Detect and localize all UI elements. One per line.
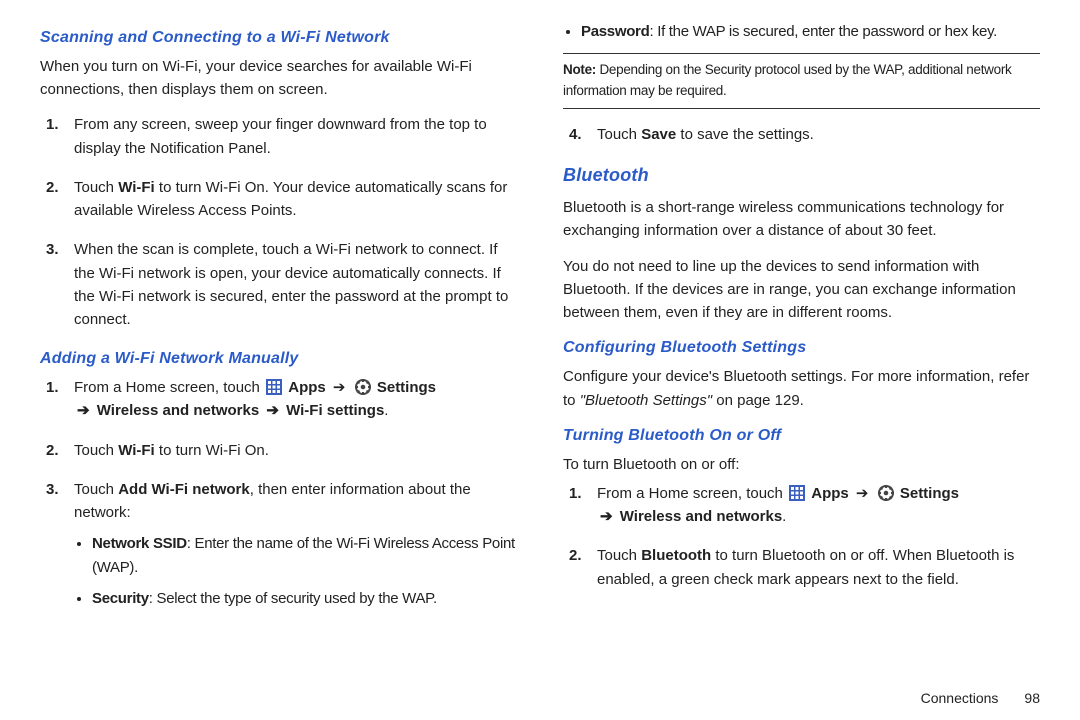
- wireless-networks-label: Wireless and networks: [97, 402, 259, 419]
- wifi-label: Wi-Fi: [118, 179, 155, 196]
- footer-page-number: 98: [1024, 690, 1040, 706]
- text: Touch: [597, 126, 641, 143]
- heading-add-manual: Adding a Wi-Fi Network Manually: [40, 347, 517, 372]
- settings-label: Settings: [900, 485, 959, 502]
- page-footer: Connections 98: [921, 688, 1040, 710]
- text: on page 129.: [716, 392, 804, 409]
- text: : Select the type of security used by th…: [149, 590, 437, 607]
- add-steps: From a Home screen, touch Apps ➔ Setting…: [40, 376, 517, 610]
- bullet-security: Security: Select the type of security us…: [92, 587, 517, 610]
- bluetooth-p2: You do not need to line up the devices t…: [563, 255, 1040, 325]
- footer-section: Connections: [921, 690, 999, 706]
- settings-icon: [355, 379, 371, 395]
- scan-step-1: From any screen, sweep your finger downw…: [40, 113, 517, 160]
- text: Touch: [74, 179, 118, 196]
- settings-icon: [878, 485, 894, 501]
- label: Security: [92, 590, 149, 607]
- heading-bt-on-off: Turning Bluetooth On or Off: [563, 424, 1040, 449]
- scan-step-2: Touch Wi-Fi to turn Wi-Fi On. Your devic…: [40, 176, 517, 223]
- text: Touch: [597, 547, 641, 564]
- label: Network SSID: [92, 535, 187, 552]
- note-block: Note: Depending on the Security protocol…: [563, 53, 1040, 109]
- arrow-icon: ➔: [77, 402, 90, 419]
- wireless-networks-label: Wireless and networks: [620, 508, 782, 525]
- settings-label: Settings: [377, 379, 436, 396]
- arrow-icon: ➔: [333, 379, 346, 396]
- scan-intro: When you turn on Wi-Fi, your device sear…: [40, 55, 517, 102]
- bullet-password: Password: If the WAP is secured, enter t…: [581, 20, 1040, 43]
- note-label: Note:: [563, 62, 596, 77]
- heading-bluetooth: Bluetooth: [563, 162, 1040, 190]
- crossref: "Bluetooth Settings": [580, 392, 717, 409]
- save-label: Save: [641, 126, 676, 143]
- bullet-ssid: Network SSID: Enter the name of the Wi-F…: [92, 532, 517, 579]
- text: Touch: [74, 481, 118, 498]
- text: to turn Wi-Fi On.: [155, 442, 269, 459]
- step-4-save: Touch Save to save the settings.: [563, 123, 1040, 146]
- right-column: Password: If the WAP is secured, enter t…: [563, 20, 1040, 692]
- configuring-text: Configure your device's Bluetooth settin…: [563, 365, 1040, 412]
- arrow-icon: ➔: [856, 485, 869, 502]
- apps-icon: [789, 485, 805, 501]
- add-wifi-label: Add Wi-Fi network: [118, 481, 250, 498]
- add-step-3-bullets: Network SSID: Enter the name of the Wi-F…: [74, 532, 517, 610]
- text: Touch: [74, 442, 118, 459]
- add-step-3: Touch Add Wi-Fi network, then enter info…: [40, 478, 517, 610]
- wifi-settings-label: Wi-Fi settings: [286, 402, 384, 419]
- scan-step-3: When the scan is complete, touch a Wi-Fi…: [40, 238, 517, 331]
- text: From a Home screen, touch: [74, 379, 264, 396]
- onoff-intro: To turn Bluetooth on or off:: [563, 453, 1040, 476]
- continue-steps: Touch Save to save the settings.: [563, 123, 1040, 146]
- onoff-steps: From a Home screen, touch Apps ➔ Setting…: [563, 482, 1040, 591]
- label: Password: [581, 23, 649, 40]
- wifi-label: Wi-Fi: [118, 442, 155, 459]
- onoff-step-2: Touch Bluetooth to turn Bluetooth on or …: [563, 544, 1040, 591]
- text: From a Home screen, touch: [597, 485, 787, 502]
- note-text: Depending on the Security protocol used …: [563, 62, 1011, 98]
- apps-label: Apps: [288, 379, 326, 396]
- add-step-1: From a Home screen, touch Apps ➔ Setting…: [40, 376, 517, 423]
- onoff-step-1: From a Home screen, touch Apps ➔ Setting…: [563, 482, 1040, 529]
- scan-steps: From any screen, sweep your finger downw…: [40, 113, 517, 331]
- apps-label: Apps: [811, 485, 849, 502]
- password-bullet-list: Password: If the WAP is secured, enter t…: [563, 20, 1040, 43]
- apps-icon: [266, 379, 282, 395]
- arrow-icon: ➔: [600, 508, 613, 525]
- text: to save the settings.: [676, 126, 814, 143]
- bluetooth-p1: Bluetooth is a short-range wireless comm…: [563, 196, 1040, 243]
- left-column: Scanning and Connecting to a Wi-Fi Netwo…: [40, 20, 517, 692]
- add-step-2: Touch Wi-Fi to turn Wi-Fi On.: [40, 439, 517, 462]
- bluetooth-label: Bluetooth: [641, 547, 711, 564]
- text: .: [782, 508, 786, 525]
- arrow-icon: ➔: [266, 402, 279, 419]
- heading-scan-connect: Scanning and Connecting to a Wi-Fi Netwo…: [40, 26, 517, 51]
- heading-configuring-bt: Configuring Bluetooth Settings: [563, 336, 1040, 361]
- text: : If the WAP is secured, enter the passw…: [649, 23, 997, 40]
- text: .: [384, 402, 388, 419]
- page-root: Scanning and Connecting to a Wi-Fi Netwo…: [0, 0, 1080, 720]
